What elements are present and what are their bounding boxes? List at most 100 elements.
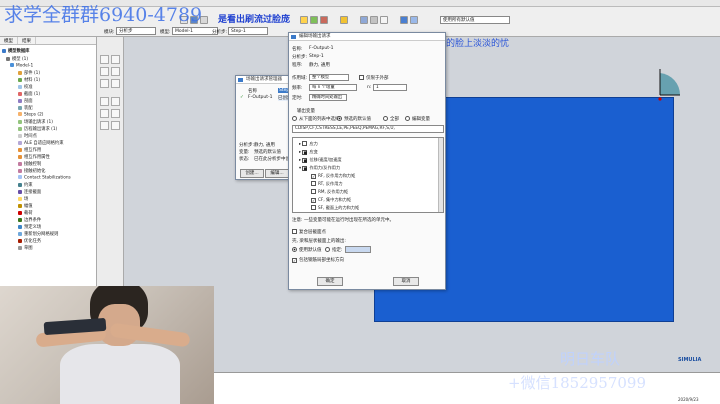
- frequency-select[interactable]: 每 n 个增量: [309, 84, 357, 91]
- domain-label: 作用域:: [292, 76, 308, 81]
- tree-item[interactable]: 历程输出请求 (1): [18, 126, 57, 132]
- tree-item[interactable]: ALE 自适应网格约束: [18, 140, 64, 146]
- tree-item[interactable]: 部件 (1): [18, 70, 40, 76]
- adaptive-mesh-tool[interactable]: [100, 97, 109, 106]
- adaptive-mesh-manager-tool[interactable]: [111, 97, 120, 106]
- tree-item[interactable]: 模型 (1): [6, 56, 28, 62]
- tree-item[interactable]: 剖面: [18, 98, 33, 104]
- name-label: 名称:: [292, 47, 303, 52]
- solver-controls-tool[interactable]: [100, 109, 109, 118]
- default-output-combo[interactable]: 使用所有默认值: [440, 16, 510, 24]
- tree-item[interactable]: 连接截面: [18, 189, 41, 195]
- view-front-icon[interactable]: [410, 16, 418, 24]
- tree-item[interactable]: 预定义场: [18, 224, 41, 230]
- output-variable-list[interactable]: ▸ 应力 ▸ ■ 应变 ▸ ■ 位移/速度/加速度 ▾ ■ 作用力/反作用力 ✓ RF,…: [292, 137, 444, 213]
- shell-specify-input[interactable]: [345, 246, 371, 253]
- create-step-tool[interactable]: [100, 55, 109, 64]
- tree-item[interactable]: 时间点: [18, 133, 37, 139]
- partition-tool[interactable]: [100, 121, 109, 130]
- module-select[interactable]: 分析步: [116, 27, 156, 35]
- tree-item[interactable]: 场: [18, 196, 28, 202]
- manager-output-row[interactable]: F-Output-1: [248, 95, 272, 100]
- history-output-manager-tool[interactable]: [111, 79, 120, 88]
- datum-tool[interactable]: [111, 121, 120, 130]
- ok-button[interactable]: 确定: [317, 277, 343, 286]
- tree-item[interactable]: 材料 (1): [18, 77, 40, 83]
- tab-model[interactable]: 模型: [0, 37, 18, 44]
- var-sf[interactable]: SF, 截面上的力和力矩: [311, 205, 359, 211]
- module-label: 模块:: [104, 30, 115, 35]
- tree-item[interactable]: 截面 (1): [18, 91, 40, 97]
- tree-item[interactable]: Model-1: [10, 63, 33, 69]
- variables-string-field[interactable]: CDISP,CF,CSTRESS,LE,PE,PEEQ,PEMAG,RF,S,U…: [292, 125, 444, 133]
- procedure-value: 静力, 通用: [309, 63, 330, 68]
- tree-item[interactable]: 场输出请求 (1): [18, 119, 53, 125]
- tree-item[interactable]: Steps (2): [18, 112, 43, 118]
- note-text: 注意: 一些变量可能在运行时出现在所选的单元中。: [292, 218, 394, 223]
- rebar-checkbox[interactable]: ✓ 包括钢筋局部坐标方向: [292, 257, 344, 263]
- rotate-icon[interactable]: [310, 16, 318, 24]
- composite-checkbox[interactable]: 复合层截面点: [292, 229, 326, 235]
- tree-item[interactable]: 接触控制: [18, 161, 41, 167]
- tree-item[interactable]: 幅值: [18, 203, 33, 209]
- field-output-manager-tool[interactable]: [111, 67, 120, 76]
- timing-select[interactable]: 精确时间处输出: [309, 94, 347, 101]
- step-manager-tool[interactable]: [111, 55, 120, 64]
- tree-item[interactable]: 载荷: [18, 210, 33, 216]
- watermark-top: 求学全群群6940-4789: [4, 4, 203, 26]
- tree-item[interactable]: 相互作用: [18, 147, 41, 153]
- edit-field-output-dialog: 编辑场输出请求 名称: F-Output-1 分析步: Step-1 程序: 静…: [288, 32, 446, 290]
- shell-specify-radio[interactable]: 指定:: [325, 247, 343, 253]
- shell-default-radio[interactable]: 使用默认值: [292, 247, 322, 253]
- var-rm[interactable]: RM, 反作用力矩: [311, 189, 348, 195]
- var-strain[interactable]: ▸ ■ 应变: [299, 149, 318, 155]
- tab-results[interactable]: 结果: [18, 37, 36, 44]
- dialog-icon: [238, 78, 243, 82]
- domain-select[interactable]: 整个模型: [309, 74, 349, 81]
- exterior-only-checkbox[interactable]: 仅限于外部: [359, 75, 389, 81]
- radio-select-list[interactable]: 从下面的列表中选择: [292, 116, 340, 122]
- var-stress[interactable]: ▸ 应力: [299, 141, 318, 147]
- step-label: 分析步:: [292, 55, 308, 60]
- var-forces[interactable]: ▾ ■ 作用力/反作用力: [299, 165, 340, 171]
- var-rt[interactable]: RT, 反作用力: [311, 181, 343, 187]
- var-rf[interactable]: ✓ RF, 反作用力和力矩: [311, 173, 355, 179]
- tree-item[interactable]: 接触初始化: [18, 168, 45, 174]
- tree-item[interactable]: 草图: [18, 245, 33, 251]
- tree-item[interactable]: 约束: [18, 182, 33, 188]
- create-button[interactable]: 创建...: [240, 169, 264, 178]
- var-displacement[interactable]: ▸ ■ 位移/速度/加速度: [299, 157, 342, 163]
- radio-all[interactable]: 全部: [383, 116, 399, 122]
- fit-view-icon[interactable]: [320, 16, 328, 24]
- view-iso-icon[interactable]: [400, 16, 408, 24]
- tree-item[interactable]: 边界条件: [18, 217, 41, 223]
- history-output-tool[interactable]: [100, 79, 109, 88]
- name-value: F-Output-1: [309, 46, 334, 51]
- model-label: 模型:: [160, 30, 171, 35]
- tree-item[interactable]: 校准: [18, 84, 33, 90]
- watermark-bottom-1: 明日车队: [560, 350, 621, 368]
- field-output-tool[interactable]: [100, 67, 109, 76]
- var-cf[interactable]: ✓ CF, 集中力和力矩: [311, 197, 351, 203]
- tree-item[interactable]: 装配: [18, 105, 33, 111]
- cancel-button[interactable]: 取消: [393, 277, 419, 286]
- timing-label: 定时:: [292, 96, 303, 101]
- tree-item[interactable]: 相互作用属性: [18, 154, 50, 160]
- tree-item[interactable]: 优化任务: [18, 238, 41, 244]
- n-input[interactable]: 1: [373, 84, 407, 91]
- shaded-icon[interactable]: [370, 16, 378, 24]
- field-output-manager-dialog: 场输出请求管理器 名称 Step-1 ✓ F-Output-1 已创建 分析步:…: [235, 75, 295, 180]
- tree-item[interactable]: 重新划分网格规则: [18, 231, 58, 237]
- wireframe-icon[interactable]: [380, 16, 388, 24]
- radio-preselected[interactable]: 预选的默认值: [337, 116, 371, 122]
- radio-edit-variables[interactable]: 编辑变量: [405, 116, 430, 122]
- tree-item[interactable]: Contact Stabilizations: [18, 175, 71, 181]
- list-scrollbar[interactable]: [438, 138, 443, 212]
- render-icon[interactable]: [360, 16, 368, 24]
- edit-button[interactable]: 编辑...: [265, 169, 289, 178]
- step-select[interactable]: Step-1: [228, 27, 268, 35]
- query-tool[interactable]: [111, 109, 120, 118]
- watermark-subtitle: 是看出刷流过脸庞: [218, 15, 291, 25]
- info-icon[interactable]: [340, 16, 348, 24]
- zoom-icon[interactable]: [300, 16, 308, 24]
